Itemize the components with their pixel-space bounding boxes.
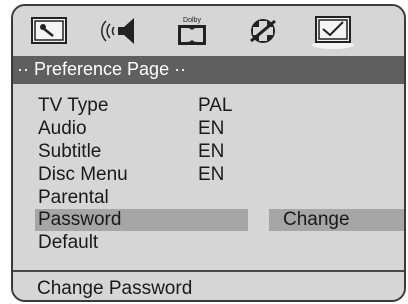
menu-item-label: Subtitle xyxy=(38,141,102,162)
dolby-icon-label: Dolby xyxy=(183,17,201,24)
menu-item-value: EN xyxy=(198,164,225,185)
tab-general-setup[interactable] xyxy=(26,12,72,50)
general-setup-icon xyxy=(31,17,67,44)
menu-item-label: Password xyxy=(38,209,122,230)
menu-item-label: Audio xyxy=(38,118,87,139)
menu-item-parental[interactable]: Parental xyxy=(13,186,404,210)
menu-item-value: PAL xyxy=(198,95,233,116)
tab-video-setup[interactable] xyxy=(240,12,286,50)
menu-item-disc-menu[interactable]: Disc Menu EN xyxy=(13,163,404,187)
menu-item-subtitle[interactable]: Subtitle EN xyxy=(13,140,404,164)
menu-item-label: TV Type xyxy=(38,95,109,116)
page-title: ·· Preference Page ·· xyxy=(17,59,187,79)
preference-icon xyxy=(312,16,354,49)
page-title-bar: ·· Preference Page ·· xyxy=(13,56,404,84)
audio-speaker-icon xyxy=(101,18,134,44)
status-bar: Change Password xyxy=(13,270,404,300)
menu-item-label: Parental xyxy=(38,187,109,208)
tab-audio-setup[interactable] xyxy=(97,12,143,50)
category-icon-bar: Dolby xyxy=(13,6,404,56)
menu-item-value: EN xyxy=(198,141,225,162)
tab-dolby-setup[interactable]: Dolby xyxy=(169,12,215,50)
status-text: Change Password xyxy=(37,278,193,299)
menu-item-audio[interactable]: Audio EN xyxy=(13,117,404,141)
dolby-icon: Dolby xyxy=(178,17,206,45)
submenu-option-label: Change xyxy=(283,209,350,230)
menu-item-default[interactable]: Default xyxy=(13,231,404,255)
tab-preference[interactable] xyxy=(309,12,355,50)
video-setup-icon xyxy=(250,19,276,43)
setup-menu-window: Dolby ·· Preference Page ·· TV Type PAL … xyxy=(11,4,406,302)
menu-item-tv-type[interactable]: TV Type PAL xyxy=(13,94,404,118)
menu-content: TV Type PAL Audio EN Subtitle EN Disc Me… xyxy=(13,84,404,270)
menu-item-value: EN xyxy=(198,118,225,139)
menu-item-label: Disc Menu xyxy=(38,164,128,185)
menu-item-label: Default xyxy=(38,232,99,253)
submenu-option-change[interactable]: Change xyxy=(269,209,404,231)
